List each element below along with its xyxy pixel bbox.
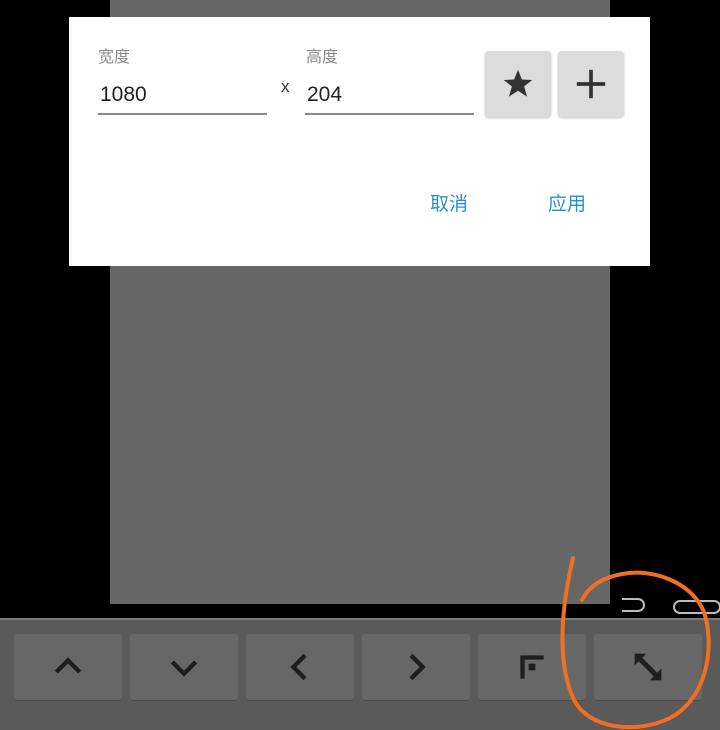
times-separator: x: [281, 77, 290, 96]
move-up-button[interactable]: [14, 634, 122, 700]
add-button[interactable]: [558, 51, 624, 117]
star-icon: [503, 69, 533, 97]
move-right-button[interactable]: [362, 634, 470, 700]
width-label: 宽度: [98, 47, 131, 66]
apply-button[interactable]: 应用: [548, 189, 586, 216]
move-down-button[interactable]: [130, 634, 238, 700]
width-input[interactable]: 1080: [98, 79, 267, 115]
resize-diagonal-icon: [634, 653, 662, 681]
chevron-up-icon: [54, 657, 82, 674]
bottom-toolbar: [0, 618, 720, 730]
height-label: 高度: [306, 47, 339, 66]
chevron-down-icon: [170, 660, 198, 677]
back-icon[interactable]: [622, 598, 645, 612]
plus-icon: [576, 69, 606, 99]
corner-top-left-icon: [520, 655, 544, 679]
size-dialog: 宽度 1080 x 高度 204 取消 应用: [69, 17, 650, 266]
height-input[interactable]: 204: [305, 79, 474, 115]
chevron-right-icon: [409, 653, 426, 681]
chevron-left-icon: [290, 653, 307, 681]
home-pill-icon[interactable]: [673, 600, 720, 614]
resize-button[interactable]: [594, 634, 702, 700]
move-left-button[interactable]: [246, 634, 354, 700]
favorite-button[interactable]: [485, 51, 551, 117]
align-top-left-button[interactable]: [478, 634, 586, 700]
system-nav-strip: [622, 598, 720, 614]
cancel-button[interactable]: 取消: [430, 189, 468, 216]
